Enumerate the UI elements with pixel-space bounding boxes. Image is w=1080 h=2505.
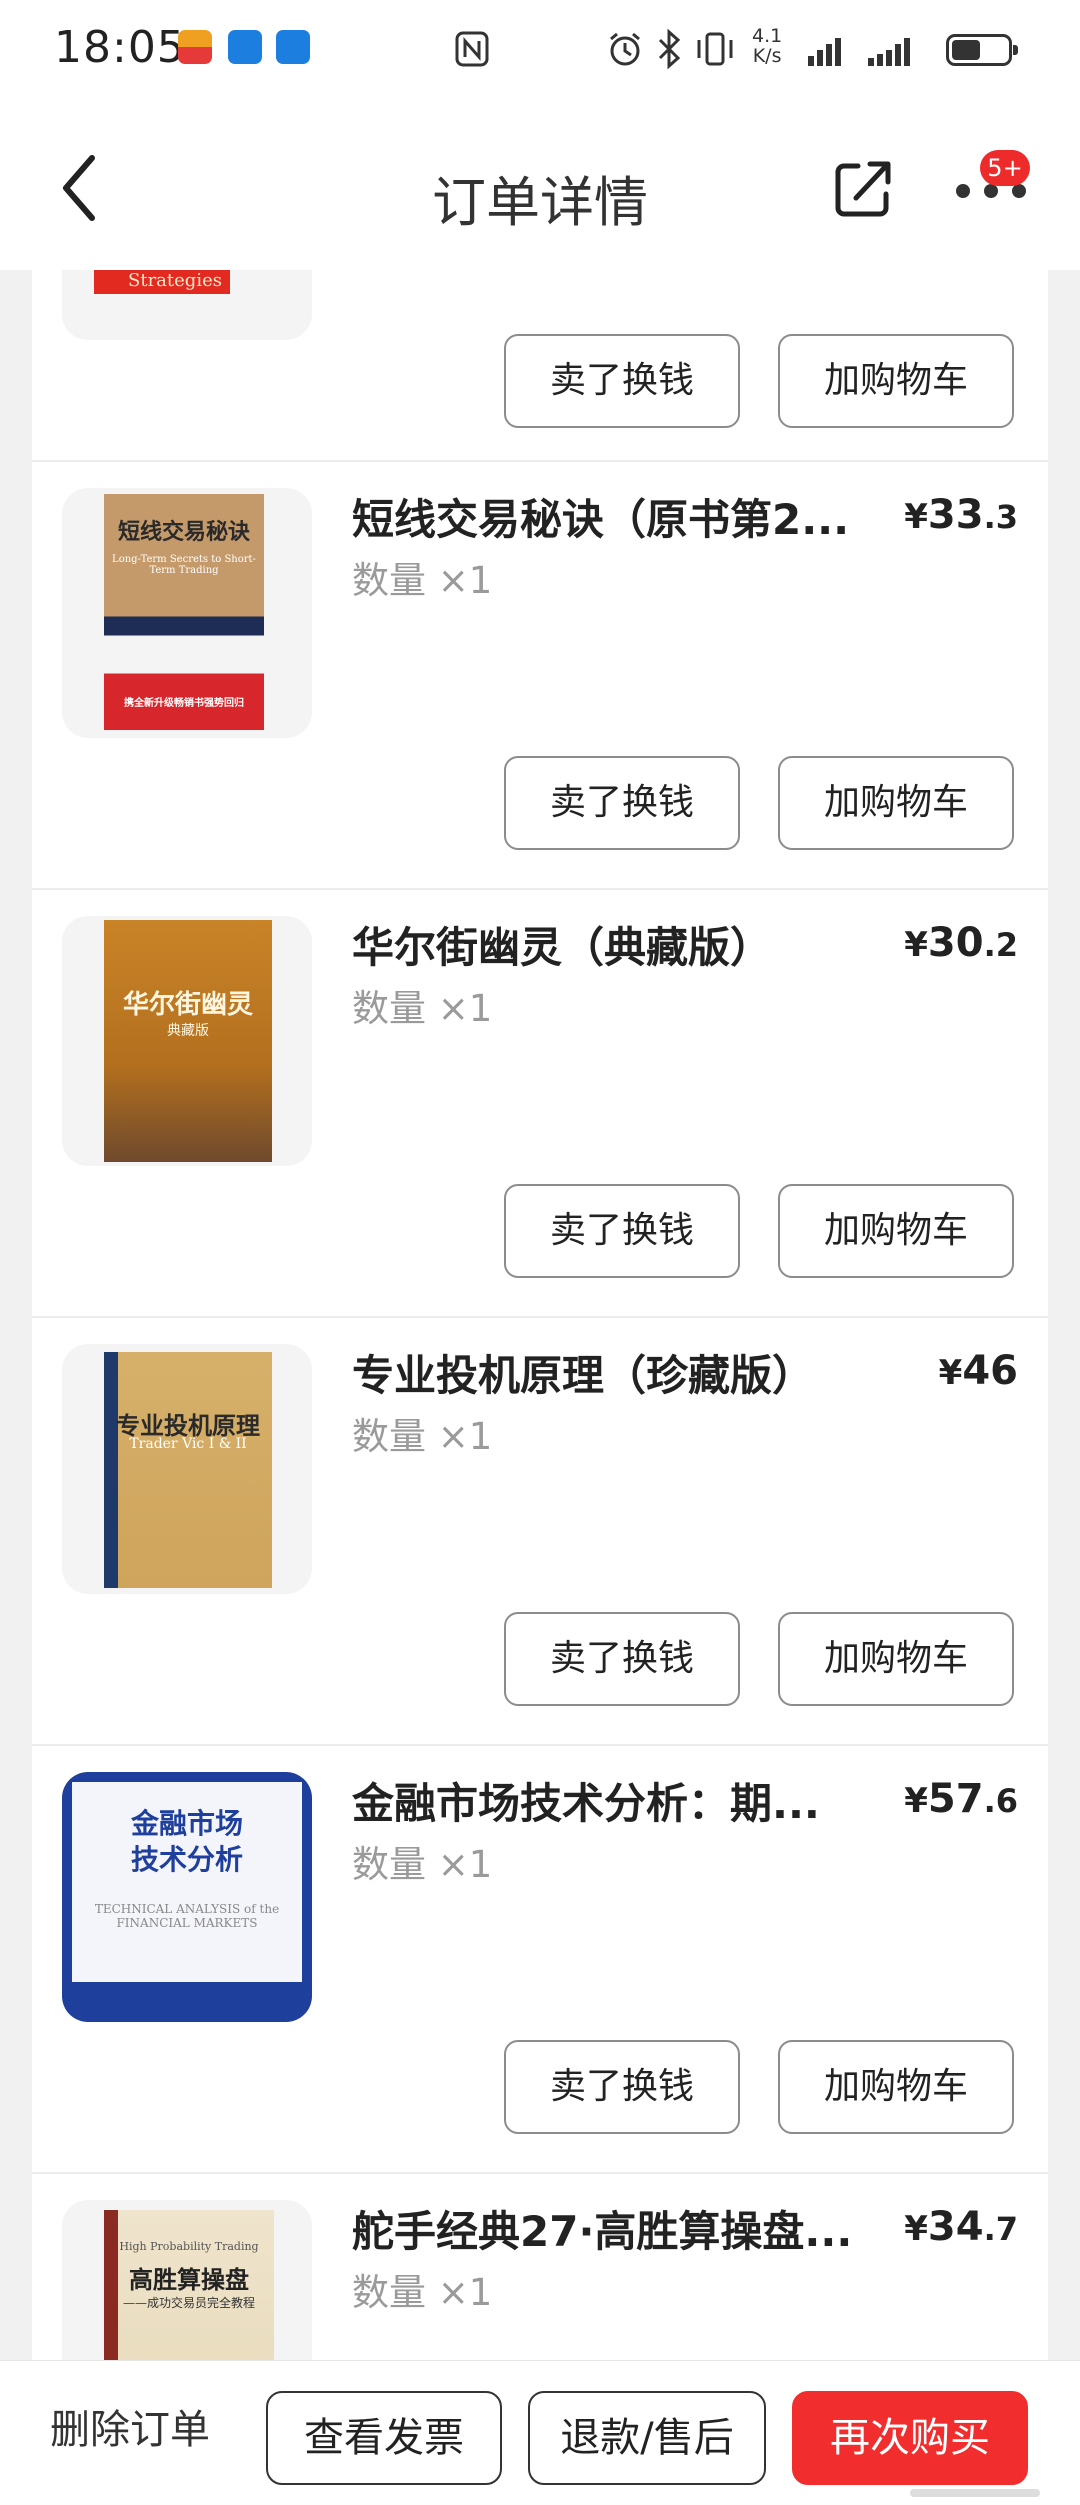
product-quantity: 数量 ×1 [352, 987, 493, 1030]
cloud-app-icon [276, 30, 310, 64]
product-image[interactable]: Strategies [62, 270, 312, 340]
add-to-cart-button[interactable]: 加购物车 [778, 1184, 1014, 1278]
vibrate-icon [697, 32, 733, 66]
share-button[interactable] [832, 158, 894, 220]
view-invoice-button[interactable]: 查看发票 [266, 2391, 502, 2485]
status-time: 18:05 [54, 22, 186, 73]
product-title[interactable]: 华尔街幽灵（典藏版） [352, 914, 872, 975]
list-item: 金融市场 技术分析 TECHNICAL ANALYSIS of the FINA… [32, 1746, 1048, 2172]
bluetooth-icon [658, 28, 681, 70]
product-image[interactable]: 华尔街幽灵 典藏版 [62, 916, 312, 1166]
product-image[interactable]: High Probability Trading 高胜算操盘 ——成功交易员完全… [62, 2200, 312, 2360]
product-image[interactable]: 金融市场 技术分析 TECHNICAL ANALYSIS of the FINA… [62, 1772, 312, 2022]
alarm-icon [610, 32, 640, 66]
product-title[interactable]: 专业投机原理（珍藏版） [352, 1342, 872, 1403]
sell-button[interactable]: 卖了换钱 [504, 1184, 740, 1278]
add-to-cart-button[interactable]: 加购物车 [778, 756, 1014, 850]
list-item: High Probability Trading 高胜算操盘 ——成功交易员完全… [32, 2174, 1048, 2360]
product-image[interactable]: 专业投机原理 Trader Vic I & II [62, 1344, 312, 1594]
product-title[interactable]: 短线交易秘诀（原书第2... [352, 486, 872, 547]
buy-again-button[interactable]: 再次购买 [792, 2391, 1028, 2485]
product-title[interactable]: 金融市场技术分析：期... [352, 1770, 872, 1831]
sell-button[interactable]: 卖了换钱 [504, 334, 740, 428]
cover-text: Strategies [128, 270, 222, 291]
add-to-cart-button[interactable]: 加购物车 [778, 2040, 1014, 2134]
battery-icon [946, 34, 1018, 66]
sell-button[interactable]: 卖了换钱 [504, 1612, 740, 1706]
product-price: ¥34.7 [904, 2204, 1018, 2250]
product-quantity: 数量 ×1 [352, 559, 493, 602]
product-price: ¥30.2 [904, 920, 1018, 966]
page-title: 订单详情 [432, 171, 648, 234]
list-item: 短线交易秘诀 Long-Term Secrets to Short-Term T… [32, 462, 1048, 888]
add-to-cart-button[interactable]: 加购物车 [778, 334, 1014, 428]
nfc-icon [455, 31, 489, 67]
product-price: ¥46 [938, 1348, 1018, 1394]
delete-order-button[interactable]: 删除订单 [50, 2397, 210, 2455]
status-bar: 18:05 4.1 K/s [0, 0, 1080, 100]
home-indicator[interactable] [910, 2489, 1040, 2497]
bottom-action-bar: 删除订单 查看发票 退款/售后 再次购买 [0, 2360, 1080, 2505]
list-item: Strategies 卖了换钱 加购物车 [32, 270, 1048, 460]
product-price: ¥57.6 [904, 1776, 1018, 1822]
product-quantity: 数量 ×1 [352, 1843, 493, 1886]
signal-icon [868, 36, 910, 66]
share-icon [835, 161, 891, 217]
add-to-cart-button[interactable]: 加购物车 [778, 1612, 1014, 1706]
network-speed: 4.1 K/s [752, 25, 783, 67]
cloud-app-icon [228, 30, 262, 64]
product-quantity: 数量 ×1 [352, 2271, 493, 2314]
nav-bar: 订单详情 [0, 100, 1080, 270]
order-items-list[interactable]: Strategies 卖了换钱 加购物车 短线交易秘诀 Long-Term Se… [0, 270, 1080, 2360]
signal-icon [808, 36, 841, 66]
more-icon [956, 184, 1026, 198]
list-item: 华尔街幽灵 典藏版 华尔街幽灵（典藏版） 数量 ×1 ¥30.2 卖了换钱 加购… [32, 890, 1048, 1316]
list-item: 专业投机原理 Trader Vic I & II 专业投机原理（珍藏版） 数量 … [32, 1318, 1048, 1744]
product-image[interactable]: 短线交易秘诀 Long-Term Secrets to Short-Term T… [62, 488, 312, 738]
sell-button[interactable]: 卖了换钱 [504, 2040, 740, 2134]
product-title[interactable]: 舵手经典27·高胜算操盘... [352, 2198, 872, 2259]
app-notification-icon [178, 30, 212, 64]
product-price: ¥33.3 [904, 492, 1018, 538]
product-quantity: 数量 ×1 [352, 1415, 493, 1458]
notification-badge: 5+ [980, 150, 1030, 186]
sell-button[interactable]: 卖了换钱 [504, 756, 740, 850]
refund-button[interactable]: 退款/售后 [528, 2391, 766, 2485]
